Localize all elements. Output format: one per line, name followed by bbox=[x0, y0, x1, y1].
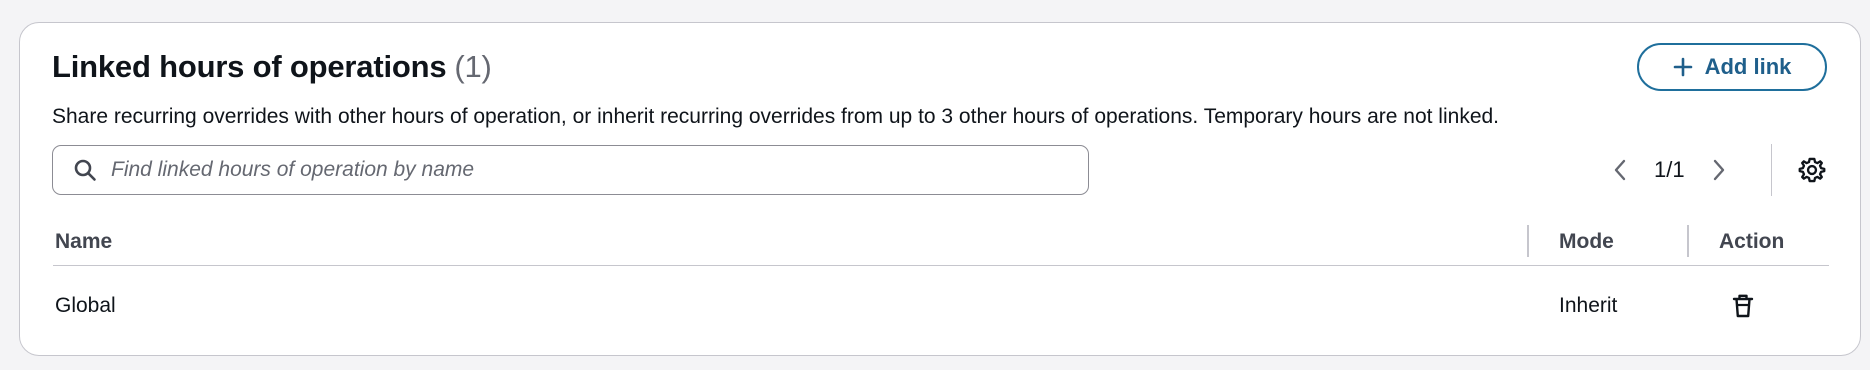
section-title: Linked hours of operations (1) bbox=[52, 49, 492, 85]
plus-icon bbox=[1673, 57, 1693, 77]
column-header-name[interactable]: Name bbox=[55, 219, 112, 265]
delete-button[interactable] bbox=[1731, 281, 1755, 331]
cell-name: Global bbox=[55, 294, 116, 317]
toolbar-divider bbox=[1771, 144, 1772, 196]
page-indicator: 1/1 bbox=[1654, 157, 1685, 182]
column-header-mode[interactable]: Mode bbox=[1559, 219, 1614, 265]
column-resizer[interactable] bbox=[1687, 225, 1689, 257]
search-field[interactable] bbox=[52, 145, 1089, 195]
delete-icon bbox=[1732, 294, 1754, 318]
pagination: 1/1 bbox=[1600, 145, 1739, 195]
next-page-button[interactable] bbox=[1699, 150, 1739, 190]
section-description: Share recurring overrides with other hou… bbox=[52, 105, 1500, 128]
table-header: Name Mode Action bbox=[53, 219, 1829, 266]
linked-hours-panel: Linked hours of operations (1) Add link S… bbox=[19, 22, 1861, 356]
search-icon bbox=[73, 158, 97, 182]
previous-page-button[interactable] bbox=[1600, 150, 1640, 190]
gear-icon bbox=[1798, 157, 1826, 183]
column-resizer[interactable] bbox=[1527, 225, 1529, 257]
add-link-label: Add link bbox=[1704, 54, 1792, 79]
search-input[interactable] bbox=[111, 158, 1011, 182]
cell-mode: Inherit bbox=[1559, 294, 1618, 317]
add-link-button[interactable]: Add link bbox=[1637, 43, 1827, 91]
section-count: (1) bbox=[454, 49, 492, 84]
table-row: Global Inherit bbox=[53, 281, 1829, 331]
preferences-button[interactable] bbox=[1790, 148, 1834, 192]
column-header-action: Action bbox=[1719, 230, 1785, 253]
section-title-text: Linked hours of operations bbox=[52, 49, 447, 84]
chevron-left-icon bbox=[1614, 159, 1626, 181]
chevron-right-icon bbox=[1713, 159, 1724, 181]
